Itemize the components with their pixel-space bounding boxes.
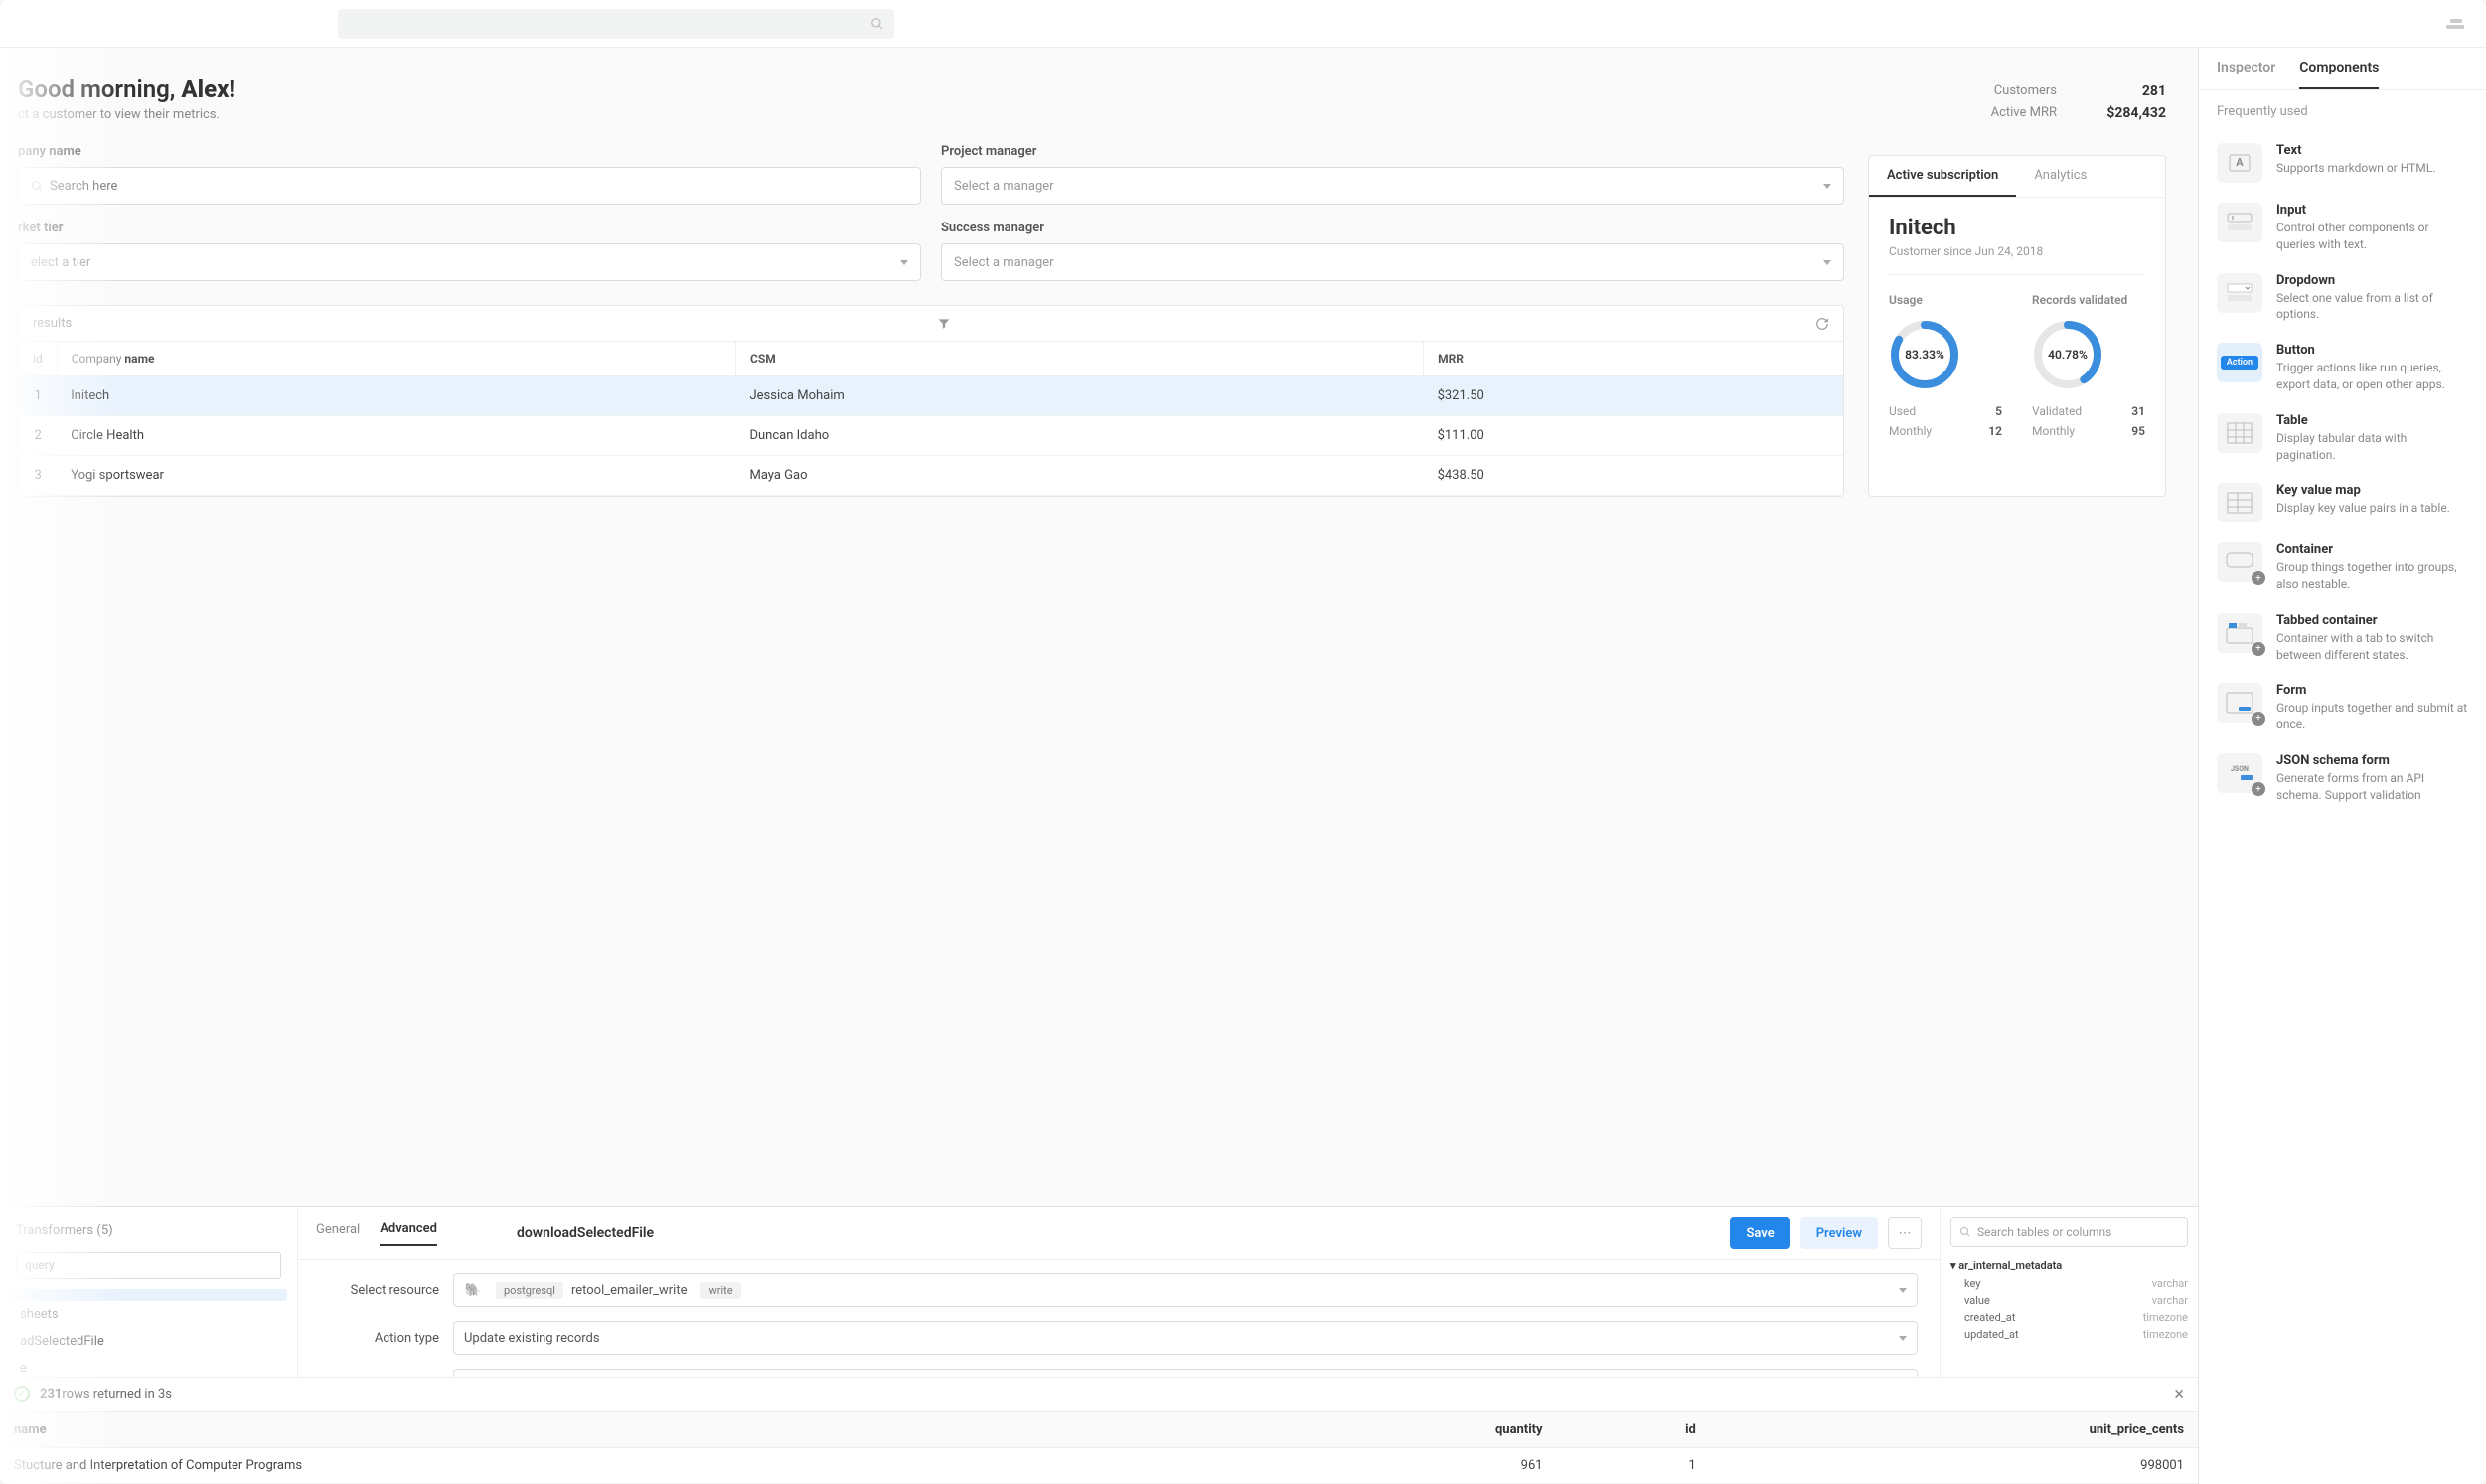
component-dropdown[interactable]: DropdownSelect one value from a list of … (2217, 263, 2468, 334)
search-icon (31, 180, 44, 193)
subscription-card: Active subscription Analytics Initech Cu… (1868, 155, 2166, 497)
filter-icon[interactable] (937, 317, 951, 331)
sm-select[interactable]: Select a manager (941, 243, 1844, 281)
query-filter-input[interactable]: query (16, 1252, 281, 1279)
postgres-icon: 🐘 (464, 1281, 482, 1299)
results-table: id Company name CSM MRR 1InitechJessica … (19, 342, 1843, 496)
customer-title: Initech (1889, 216, 2145, 240)
table-row[interactable]: 3Yogi sportswearMaya Gao$438.50 (19, 456, 1843, 496)
filter-pm-label: Project manager (941, 144, 1844, 159)
more-button[interactable]: ⋯ (1888, 1217, 1922, 1249)
component-kvmap[interactable]: Key value mapDisplay key value pairs in … (2217, 473, 2468, 532)
chevron-down-icon (1899, 1288, 1907, 1293)
tabbed-icon: + (2217, 613, 2262, 653)
query-title: downloadSelectedFile (517, 1225, 654, 1241)
tab-inspector[interactable]: Inspector (2217, 60, 2275, 89)
query-list-item[interactable] (10, 1289, 287, 1301)
save-button[interactable]: Save (1730, 1217, 1789, 1249)
filter-sm-label: Success manager (941, 221, 1844, 235)
json-icon: JSON+ (2217, 753, 2262, 793)
search-icon (870, 17, 884, 31)
success-icon: ✓ (14, 1386, 30, 1402)
records-donut: 40.78% (2032, 319, 2103, 390)
global-search[interactable] (338, 9, 894, 39)
pm-select[interactable]: Select a manager (941, 167, 1844, 205)
search-icon (1959, 1226, 1971, 1238)
container-icon: + (2217, 542, 2262, 582)
subtitle: ct a customer to view their metrics. (18, 107, 1844, 122)
preview-button[interactable]: Preview (1800, 1217, 1878, 1249)
layout-toggle-icon[interactable] (2446, 14, 2466, 34)
result-row[interactable]: Stucture and Interpretation of Computer … (0, 1448, 2198, 1484)
status-bar: ✓ 231 rows returned in 3s × (0, 1377, 2198, 1410)
svg-text:JSON: JSON (2231, 765, 2249, 773)
table-row[interactable]: 1InitechJessica Mohaim$321.50 (19, 376, 1843, 416)
stat-label: Active MRR (1991, 105, 2057, 121)
chevron-down-icon (1823, 184, 1831, 189)
kvmap-icon (2217, 483, 2262, 522)
component-table[interactable]: TableDisplay tabular data with paginatio… (2217, 403, 2468, 474)
component-form[interactable]: +FormGroup inputs together and submit at… (2217, 673, 2468, 744)
tab-advanced[interactable]: Advanced (380, 1221, 437, 1246)
tab-active-subscription[interactable]: Active subscription (1869, 156, 2016, 197)
tab-general[interactable]: General (316, 1222, 360, 1245)
form-icon: + (2217, 683, 2262, 723)
close-icon[interactable]: × (2174, 1384, 2184, 1405)
query-list-item[interactable]: sheets (10, 1301, 287, 1328)
tab-components[interactable]: Components (2299, 60, 2379, 89)
component-text[interactable]: ATextSupports markdown or HTML. (2217, 133, 2468, 193)
dropdown-icon (2217, 273, 2262, 313)
tier-select[interactable]: elect a tier (18, 243, 921, 281)
table-row[interactable]: 2Circle HealthDuncan Idaho$111.00 (19, 416, 1843, 456)
refresh-icon[interactable] (1815, 317, 1829, 331)
action-type-select[interactable]: Update existing records (453, 1321, 1918, 1355)
input-icon (2217, 203, 2262, 242)
usage-donut: 83.33% (1889, 319, 1960, 390)
results-table-card: results id Company name CSM MRR 1Ini (18, 305, 1844, 497)
text-icon: A (2217, 143, 2262, 183)
schema-tree: ▾ ar_internal_metadata keyvarcharvalueva… (1950, 1257, 2188, 1343)
svg-text:A: A (2236, 156, 2244, 169)
filter-company-label: pany name (18, 144, 921, 159)
component-container[interactable]: +ContainerGroup things together into gro… (2217, 532, 2468, 603)
top-bar (0, 0, 2486, 48)
button-icon: Action (2217, 343, 2262, 382)
tab-analytics[interactable]: Analytics (2016, 156, 2104, 197)
customer-since: Customer since Jun 24, 2018 (1889, 244, 2145, 275)
filter-tier-label: rket tier (18, 221, 921, 235)
canvas: Customers281 Active MRR$284,432 Good mor… (0, 48, 2198, 1484)
component-input[interactable]: InputControl other components or queries… (2217, 193, 2468, 263)
table-icon (2217, 413, 2262, 453)
company-search-input[interactable] (18, 167, 921, 205)
query-editor-panel: Transformers (5) query sheetsadSelectedF… (0, 1206, 2198, 1484)
chevron-down-icon (1899, 1336, 1907, 1341)
query-list-item[interactable]: adSelectedFile (10, 1328, 287, 1355)
chevron-down-icon (900, 260, 908, 265)
component-json[interactable]: JSON+JSON schema formGenerate forms from… (2217, 743, 2468, 814)
greeting: Good morning, Alex! (18, 75, 1844, 103)
schema-search[interactable]: Search tables or columns (1950, 1217, 2188, 1247)
top-stats: Customers281 Active MRR$284,432 (1991, 83, 2166, 127)
result-table: name quantity id unit_price_cents Stuctu… (0, 1411, 2198, 1484)
right-panel: Inspector Components Frequently used ATe… (2198, 48, 2486, 1484)
stat-label: Customers (1994, 83, 2057, 99)
component-button[interactable]: ActionButtonTrigger actions like run que… (2217, 333, 2468, 403)
chevron-down-icon (1823, 260, 1831, 265)
resource-select[interactable]: 🐘postgresqlretool_emailer_writewrite (453, 1273, 1918, 1307)
component-tabbed[interactable]: +Tabbed containerContainer with a tab to… (2217, 603, 2468, 673)
